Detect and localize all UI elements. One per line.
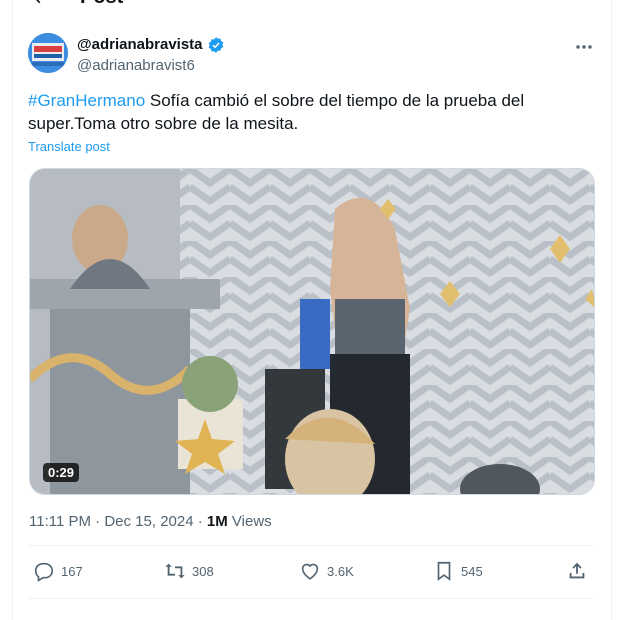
repost-icon <box>165 563 185 579</box>
display-name[interactable]: @adrianabravista <box>77 36 203 53</box>
views-count: 1M <box>206 513 228 530</box>
video-player[interactable]: 0:29 <box>29 168 595 495</box>
top-bar: Post <box>30 0 123 8</box>
post-header: @adrianabravista @adrianabravist6 <box>28 33 594 77</box>
reply-button[interactable]: 167 <box>33 560 83 582</box>
post-date[interactable]: Dec 15, 2024 <box>104 513 193 530</box>
reply-icon <box>34 562 54 582</box>
divider <box>28 545 594 546</box>
action-bar: 167 308 3.6K 545 <box>28 560 594 586</box>
like-button[interactable]: 3.6K <box>299 560 354 582</box>
translate-post-link[interactable]: Translate post <box>28 139 110 154</box>
divider <box>28 598 594 599</box>
post-text: #GranHermano Sofía cambió el sobre del t… <box>28 89 588 135</box>
like-icon <box>301 563 319 580</box>
meta-separator: · <box>95 513 101 530</box>
hashtag-link[interactable]: #GranHermano <box>28 91 145 110</box>
repost-count: 308 <box>192 563 214 579</box>
user-handle[interactable]: @adrianabravist6 <box>77 57 225 74</box>
video-thumbnail <box>30 169 594 494</box>
bookmark-icon <box>437 561 451 581</box>
reply-count: 167 <box>61 563 83 579</box>
page-title: Post <box>80 0 123 9</box>
bookmark-button[interactable]: 545 <box>433 560 483 582</box>
share-icon <box>569 562 585 579</box>
verified-badge-icon <box>208 36 223 53</box>
repost-button[interactable]: 308 <box>164 560 214 582</box>
avatar[interactable] <box>28 33 68 73</box>
share-button[interactable] <box>566 560 588 582</box>
video-duration: 0:29 <box>43 463 80 482</box>
post-time[interactable]: 11:11 PM <box>29 513 91 530</box>
meta-separator: · <box>197 513 203 530</box>
bookmark-count: 545 <box>461 563 483 579</box>
views-label: Views <box>231 513 272 530</box>
more-icon[interactable] <box>574 37 594 57</box>
like-count: 3.6K <box>327 563 354 579</box>
post-meta: 11:11 PM · Dec 15, 2024 · 1M Views <box>29 513 272 530</box>
back-arrow-icon[interactable] <box>30 0 50 7</box>
